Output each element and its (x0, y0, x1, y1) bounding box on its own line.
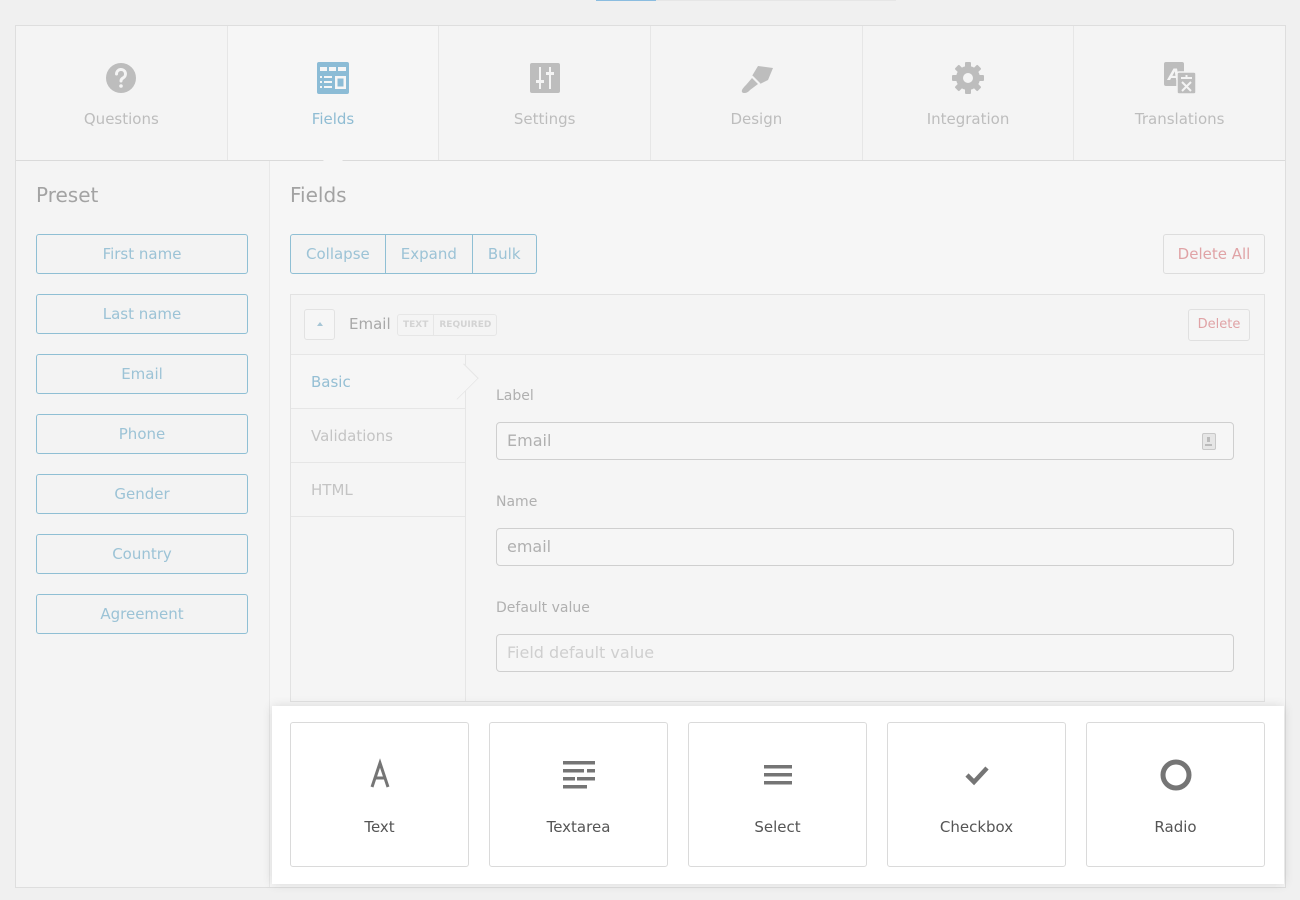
radio-circle-icon (1158, 757, 1194, 793)
preset-agreement-button[interactable]: Agreement (36, 594, 248, 634)
tab-label: Settings (513, 110, 576, 128)
add-checkbox-field-button[interactable]: Checkbox (887, 722, 1066, 867)
name-field-label: Name (496, 494, 538, 510)
main-tabs: Questions Fields Settings Design Integra… (16, 26, 1285, 161)
tab-settings[interactable]: Settings (439, 26, 652, 160)
subtab-validations[interactable]: Validations (291, 409, 465, 463)
preset-gender-button[interactable]: Gender (36, 474, 248, 514)
preset-email-button[interactable]: Email (36, 354, 248, 394)
required-badge: REQUIRED (439, 320, 492, 330)
collapse-button[interactable]: Collapse (291, 235, 386, 273)
fields-title: Fields (290, 183, 347, 207)
field-type-label: Text (364, 818, 395, 836)
field-type-tray: Text Textarea Select Checkbox Radio (272, 706, 1284, 884)
gear-icon (952, 62, 985, 94)
question-circle-icon (106, 63, 137, 93)
preset-country-button[interactable]: Country (36, 534, 248, 574)
label-input-value: Email (507, 431, 552, 450)
field-type-label: Checkbox (939, 818, 1014, 836)
subtab-html[interactable]: HTML (291, 463, 465, 517)
default-value-label: Default value (496, 600, 590, 616)
progress-bar (596, 0, 896, 1)
tab-label: Questions (83, 110, 159, 128)
label-input[interactable]: Email (496, 422, 1234, 460)
paintbrush-icon (742, 66, 774, 94)
textarea-icon (561, 757, 597, 793)
subtab-basic[interactable]: Basic (291, 355, 465, 409)
add-radio-field-button[interactable]: Radio (1086, 722, 1265, 867)
id-card-icon[interactable] (1202, 433, 1216, 450)
delete-all-button[interactable]: Delete All (1163, 234, 1265, 274)
field-card-header: Email TEXT REQUIRED Delete (291, 295, 1264, 355)
checkmark-icon (959, 757, 995, 793)
sliders-icon (529, 63, 560, 93)
tab-fields[interactable]: Fields (227, 26, 440, 160)
tab-questions[interactable]: Questions (16, 26, 228, 160)
tab-integration[interactable]: Integration (863, 26, 1075, 160)
bulk-button[interactable]: Bulk (473, 235, 536, 273)
preset-panel: Preset First name Last name Email Phone … (16, 161, 270, 887)
select-list-icon (760, 757, 796, 793)
fields-actions: Collapse Expand Bulk (290, 234, 537, 274)
preset-last-name-button[interactable]: Last name (36, 294, 248, 334)
add-textarea-field-button[interactable]: Textarea (489, 722, 668, 867)
tab-translations[interactable]: A Translations (1074, 26, 1285, 160)
preset-phone-button[interactable]: Phone (36, 414, 248, 454)
tab-label: Integration (926, 110, 1010, 128)
field-title: Email (349, 315, 391, 333)
tab-label: Translations (1134, 110, 1225, 128)
field-type-label: Radio (1154, 818, 1197, 836)
tab-design[interactable]: Design (651, 26, 863, 160)
tab-label: Fields (311, 110, 355, 128)
field-subtabs: Basic Validations HTML (291, 355, 466, 701)
form-layout-icon (317, 62, 349, 94)
field-card-email: Email TEXT REQUIRED Delete Basic Validat… (290, 294, 1265, 702)
translate-icon: A (1163, 62, 1197, 95)
type-badge: TEXT (398, 315, 435, 335)
label-field-label: Label (496, 388, 534, 404)
preset-title: Preset (36, 183, 99, 207)
collapse-toggle-button[interactable] (304, 309, 335, 340)
name-input[interactable]: email (496, 528, 1234, 566)
preset-first-name-button[interactable]: First name (36, 234, 248, 274)
progress-bar-fill (596, 0, 656, 1)
expand-button[interactable]: Expand (386, 235, 473, 273)
tab-label: Design (730, 110, 783, 128)
delete-field-button[interactable]: Delete (1188, 309, 1250, 341)
field-type-label: Textarea (546, 818, 611, 836)
default-value-input[interactable]: Field default value (496, 634, 1234, 672)
add-select-field-button[interactable]: Select (688, 722, 867, 867)
caret-up-icon (317, 322, 323, 326)
text-a-icon (362, 757, 398, 793)
add-text-field-button[interactable]: Text (290, 722, 469, 867)
field-type-label: Select (754, 818, 801, 836)
field-badges: TEXT REQUIRED (397, 314, 498, 336)
